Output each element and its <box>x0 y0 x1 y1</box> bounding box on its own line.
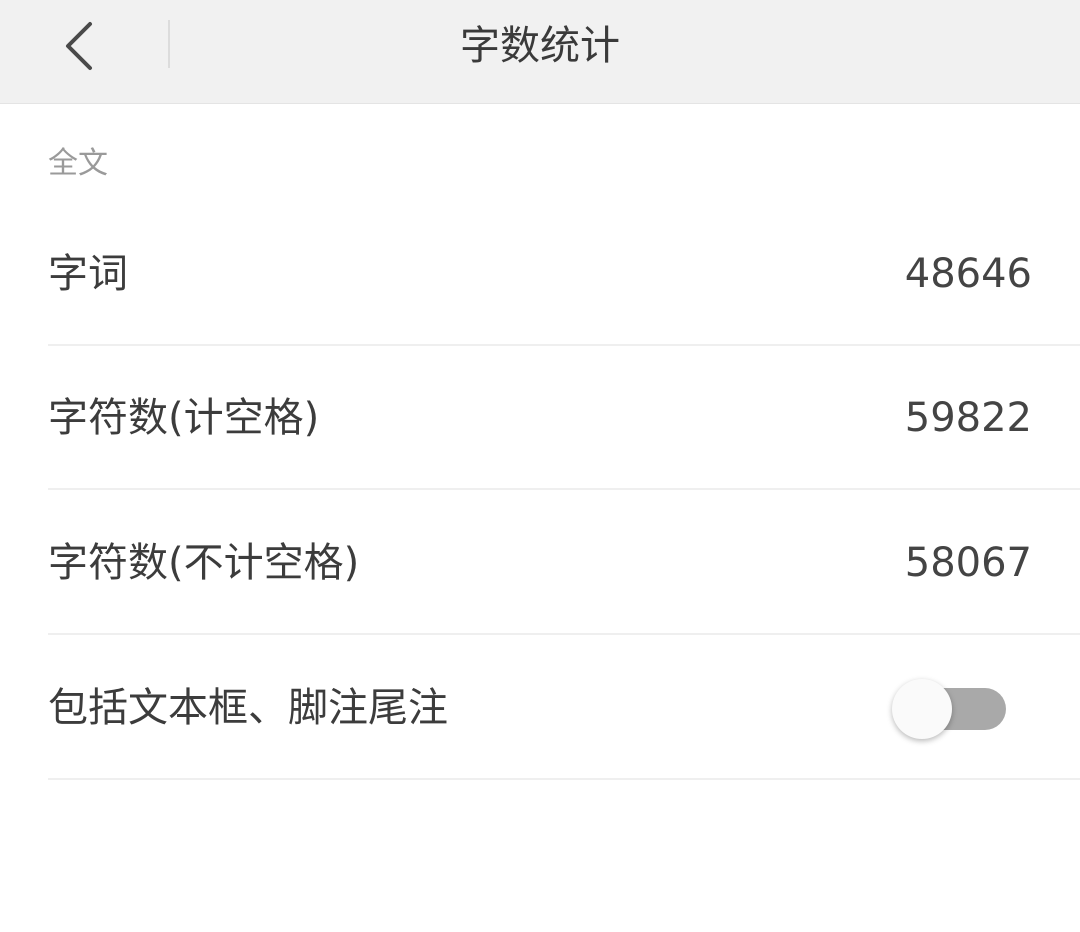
page-title: 字数统计 <box>460 23 620 69</box>
section-label: 全文 <box>48 146 108 181</box>
toggle-knob <box>892 679 952 739</box>
stat-value-words: 48646 <box>904 251 1032 297</box>
stat-row-chars-no-spaces: 字符数(不计空格) 58067 <box>48 491 1080 635</box>
stat-row-chars-with-spaces: 字符数(计空格) 59822 <box>48 346 1080 490</box>
stat-row-words: 字词 48646 <box>48 202 1080 346</box>
stat-label-chars-with-spaces: 字符数(计空格) <box>48 395 320 441</box>
stat-value-chars-no-spaces: 58067 <box>904 540 1032 586</box>
setting-row-include-textbox-footnotes: 包括文本框、脚注尾注 <box>48 636 1080 780</box>
word-count-screen: 字数统计 全文 字词 48646 字符数(计空格) 59822 字符数(不计空格… <box>0 0 1080 932</box>
stat-value-chars-with-spaces: 59822 <box>904 395 1032 441</box>
stat-label-words: 字词 <box>48 251 128 297</box>
stat-label-chars-no-spaces: 字符数(不计空格) <box>48 540 360 586</box>
include-textbox-footnotes-toggle[interactable] <box>892 678 1006 742</box>
setting-label-include-textbox-footnotes: 包括文本框、脚注尾注 <box>48 685 448 731</box>
header-bar: 字数统计 <box>0 0 1080 104</box>
